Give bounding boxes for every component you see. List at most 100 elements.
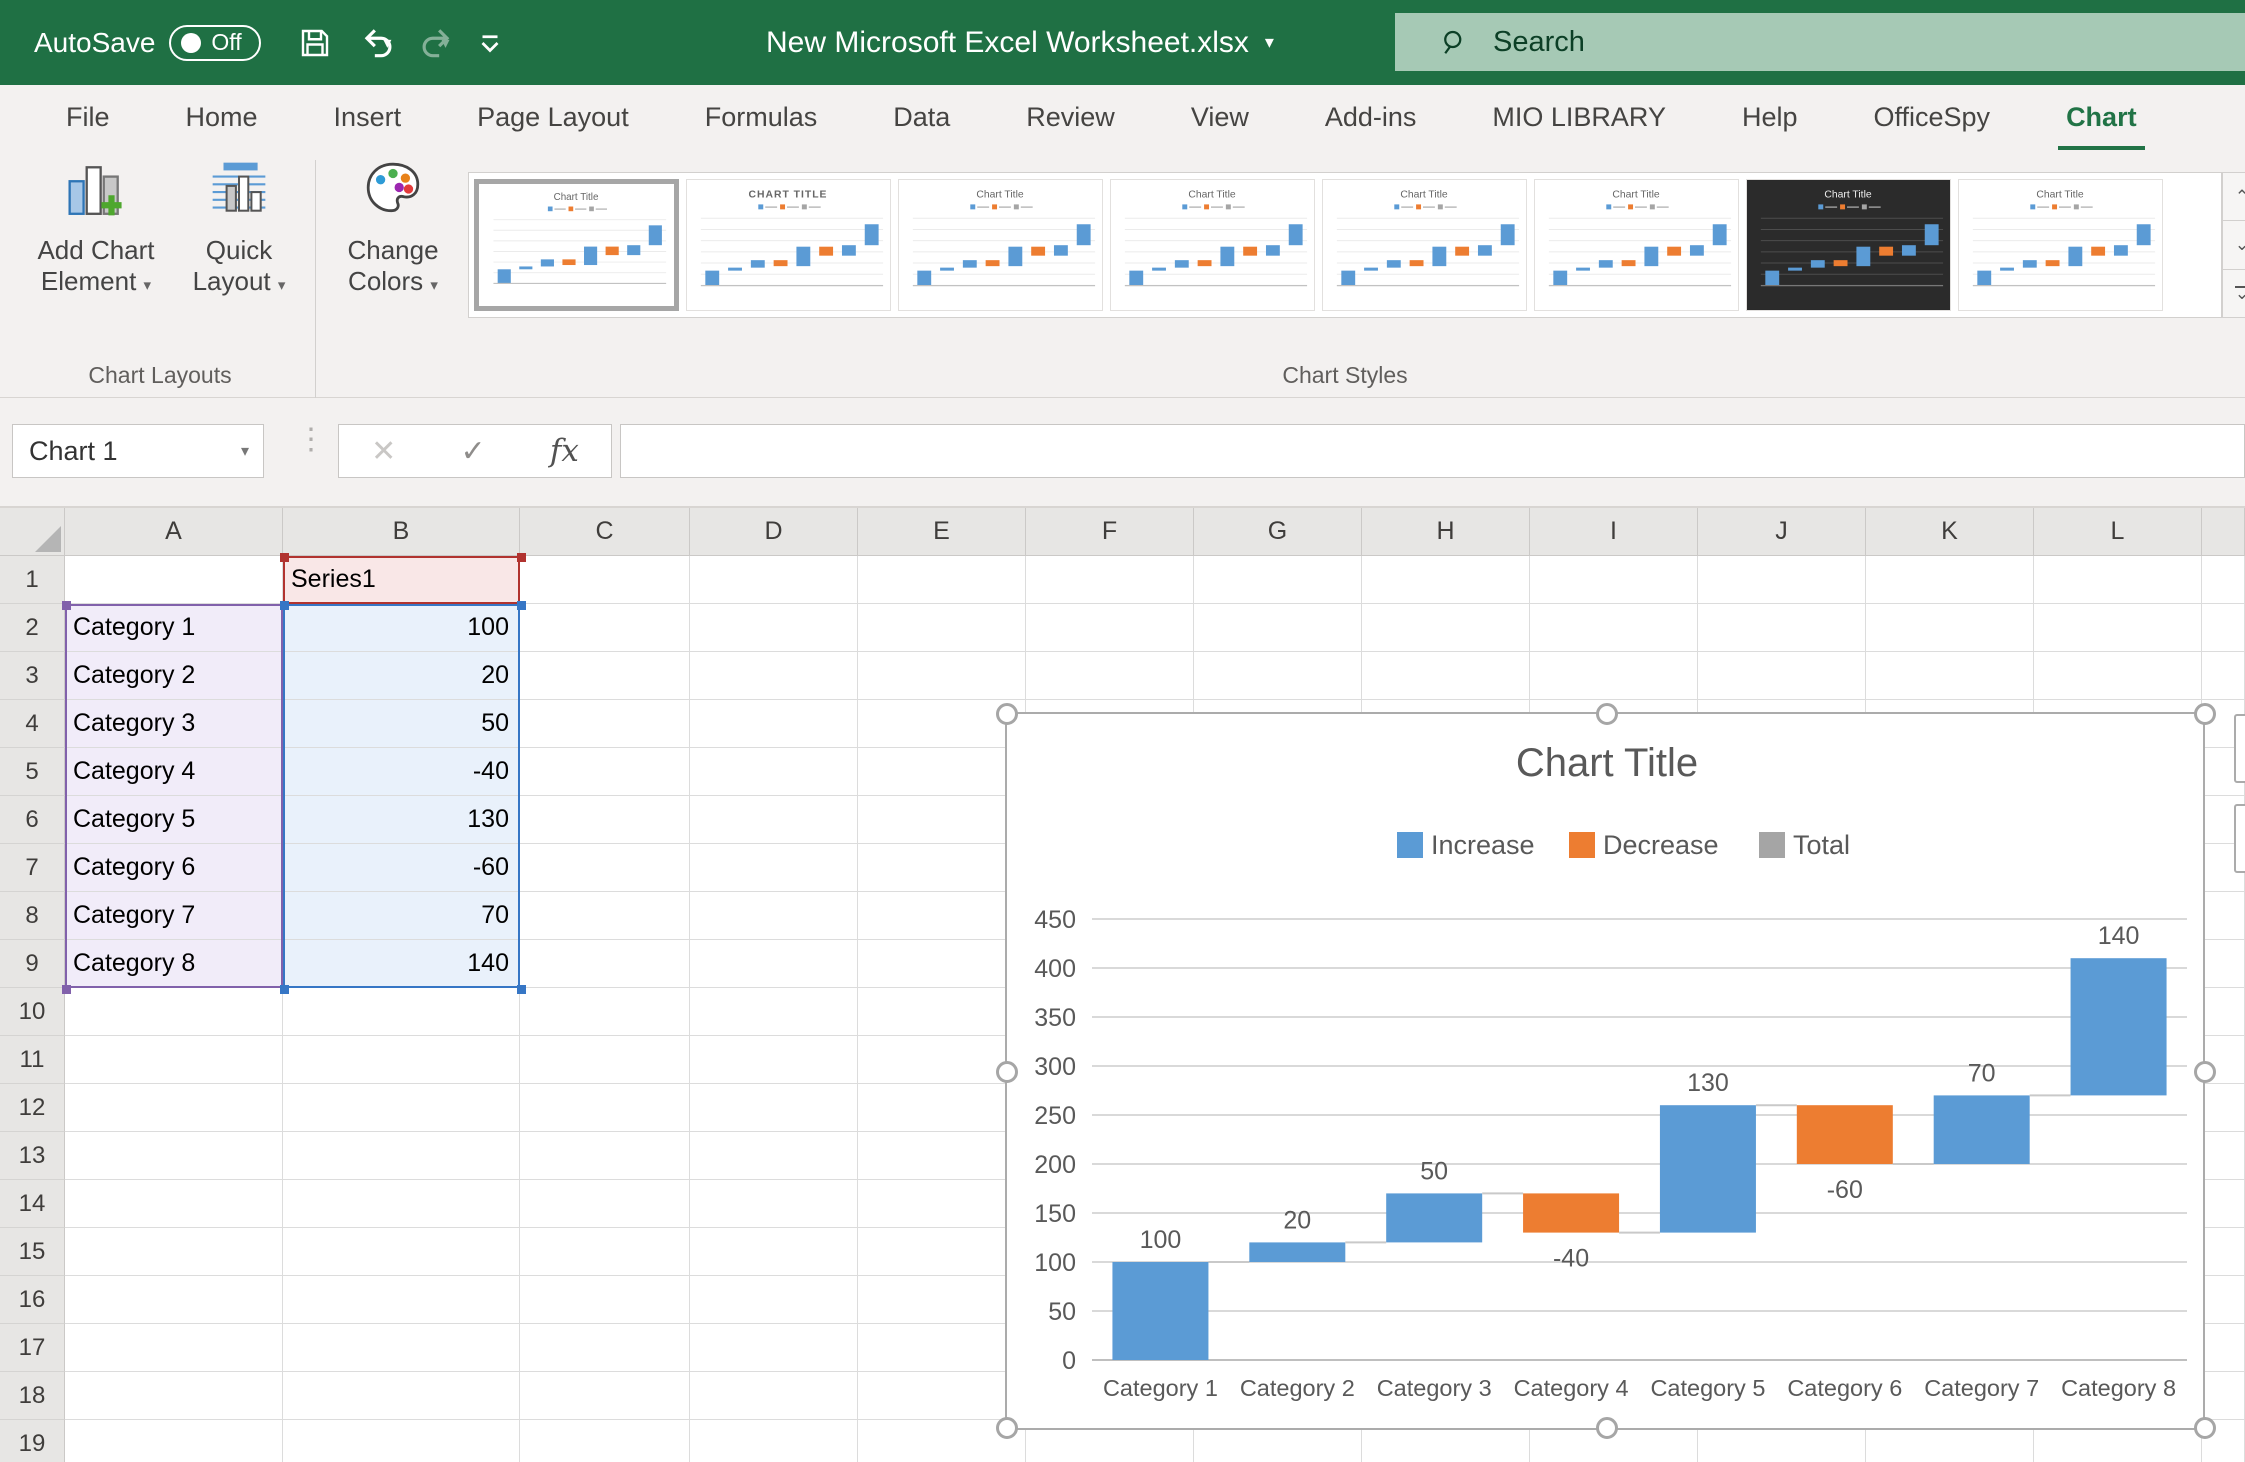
- chart-selection-handle[interactable]: [996, 1417, 1018, 1439]
- cancel-button[interactable]: ✕: [371, 434, 396, 469]
- cell-A14[interactable]: [65, 1180, 283, 1228]
- cell-B1[interactable]: Series1: [283, 556, 520, 604]
- cell-C3[interactable]: [520, 652, 690, 700]
- save-button[interactable]: [297, 25, 333, 61]
- cell-K2[interactable]: [1866, 604, 2034, 652]
- redo-dropdown-caret[interactable]: ▾: [441, 33, 449, 53]
- customize-qat-button[interactable]: [475, 28, 505, 58]
- cell-partial-13[interactable]: [2202, 1132, 2245, 1180]
- column-header-j[interactable]: J: [1698, 508, 1866, 556]
- cell-partial-16[interactable]: [2202, 1276, 2245, 1324]
- cell-A6[interactable]: Category 5: [65, 796, 283, 844]
- formula-input[interactable]: [620, 424, 2245, 478]
- column-header-g[interactable]: G: [1194, 508, 1362, 556]
- chart-selection-handle[interactable]: [2194, 703, 2216, 725]
- column-header-d[interactable]: D: [690, 508, 858, 556]
- row-header-7[interactable]: 7: [0, 844, 65, 892]
- gallery-scroll-down-button[interactable]: ⌄: [2222, 221, 2245, 269]
- cell-B7[interactable]: -60: [283, 844, 520, 892]
- cell-D1[interactable]: [690, 556, 858, 604]
- cell-B11[interactable]: [283, 1036, 520, 1084]
- row-header-13[interactable]: 13: [0, 1132, 65, 1180]
- cell-A1[interactable]: [65, 556, 283, 604]
- ribbon-tab-file[interactable]: File: [28, 85, 148, 150]
- chart-style-thumbnail-style-1[interactable]: Chart Title: [474, 179, 679, 311]
- cell-A4[interactable]: Category 3: [65, 700, 283, 748]
- row-header-3[interactable]: 3: [0, 652, 65, 700]
- cell-B10[interactable]: [283, 988, 520, 1036]
- cell-D3[interactable]: [690, 652, 858, 700]
- cell-D6[interactable]: [690, 796, 858, 844]
- cell-E18[interactable]: [858, 1372, 1026, 1420]
- chart-styles-button[interactable]: [2234, 804, 2245, 873]
- column-header-e[interactable]: E: [858, 508, 1026, 556]
- cell-C17[interactable]: [520, 1324, 690, 1372]
- cell-A2[interactable]: Category 1: [65, 604, 283, 652]
- chart-elements-button[interactable]: [2234, 714, 2245, 783]
- cell-G1[interactable]: [1194, 556, 1362, 604]
- cell-I1[interactable]: [1530, 556, 1698, 604]
- undo-button[interactable]: ▾: [359, 24, 391, 62]
- cell-C6[interactable]: [520, 796, 690, 844]
- chart-style-thumbnail-style-3[interactable]: Chart Title: [898, 179, 1103, 311]
- cell-D17[interactable]: [690, 1324, 858, 1372]
- cell-A19[interactable]: [65, 1420, 283, 1462]
- cell-D16[interactable]: [690, 1276, 858, 1324]
- select-all-corner[interactable]: [0, 508, 65, 556]
- chart-selection-handle[interactable]: [996, 1061, 1018, 1083]
- ribbon-tab-home[interactable]: Home: [148, 85, 296, 150]
- cell-A12[interactable]: [65, 1084, 283, 1132]
- cell-C4[interactable]: [520, 700, 690, 748]
- cell-B12[interactable]: [283, 1084, 520, 1132]
- cell-D18[interactable]: [690, 1372, 858, 1420]
- insert-function-button[interactable]: fx: [550, 433, 579, 469]
- row-header-4[interactable]: 4: [0, 700, 65, 748]
- cell-E12[interactable]: [858, 1084, 1026, 1132]
- cell-A18[interactable]: [65, 1372, 283, 1420]
- cell-partial-18[interactable]: [2202, 1372, 2245, 1420]
- embedded-chart[interactable]: 450400350300250200150100500Chart TitleIn…: [1005, 712, 2205, 1430]
- chart-style-thumbnail-style-5[interactable]: Chart Title: [1322, 179, 1527, 311]
- ribbon-tab-officespy[interactable]: OfficeSpy: [1836, 85, 2029, 150]
- cell-J2[interactable]: [1698, 604, 1866, 652]
- chart-style-thumbnail-style-6[interactable]: Chart Title: [1534, 179, 1739, 311]
- autosave-control[interactable]: AutoSave Off: [34, 25, 261, 61]
- cell-C1[interactable]: [520, 556, 690, 604]
- cell-partial-8[interactable]: [2202, 892, 2245, 940]
- cell-B8[interactable]: 70: [283, 892, 520, 940]
- column-header-b[interactable]: B: [283, 508, 520, 556]
- chart-selection-handle[interactable]: [996, 703, 1018, 725]
- column-header-a[interactable]: A: [65, 508, 283, 556]
- cell-C19[interactable]: [520, 1420, 690, 1462]
- column-header-h[interactable]: H: [1362, 508, 1530, 556]
- cell-L3[interactable]: [2034, 652, 2202, 700]
- cell-D12[interactable]: [690, 1084, 858, 1132]
- cell-D8[interactable]: [690, 892, 858, 940]
- row-header-9[interactable]: 9: [0, 940, 65, 988]
- cell-C12[interactable]: [520, 1084, 690, 1132]
- cell-I2[interactable]: [1530, 604, 1698, 652]
- cell-B17[interactable]: [283, 1324, 520, 1372]
- cell-partial-1[interactable]: [2202, 556, 2245, 604]
- cell-B13[interactable]: [283, 1132, 520, 1180]
- ribbon-tab-mio-library[interactable]: MIO LIBRARY: [1454, 85, 1704, 150]
- cell-B4[interactable]: 50: [283, 700, 520, 748]
- cell-A3[interactable]: Category 2: [65, 652, 283, 700]
- cell-partial-12[interactable]: [2202, 1084, 2245, 1132]
- chart-style-thumbnail-style-8[interactable]: Chart Title: [1958, 179, 2163, 311]
- document-title-caret[interactable]: ▾: [1265, 32, 1274, 53]
- row-header-8[interactable]: 8: [0, 892, 65, 940]
- column-header-partial[interactable]: [2202, 508, 2245, 556]
- cell-D11[interactable]: [690, 1036, 858, 1084]
- row-header-15[interactable]: 15: [0, 1228, 65, 1276]
- search-input[interactable]: [1493, 26, 2093, 59]
- cell-C18[interactable]: [520, 1372, 690, 1420]
- cell-B5[interactable]: -40: [283, 748, 520, 796]
- cell-D10[interactable]: [690, 988, 858, 1036]
- cell-H2[interactable]: [1362, 604, 1530, 652]
- cell-A15[interactable]: [65, 1228, 283, 1276]
- cell-C10[interactable]: [520, 988, 690, 1036]
- column-header-l[interactable]: L: [2034, 508, 2202, 556]
- cell-D15[interactable]: [690, 1228, 858, 1276]
- row-header-2[interactable]: 2: [0, 604, 65, 652]
